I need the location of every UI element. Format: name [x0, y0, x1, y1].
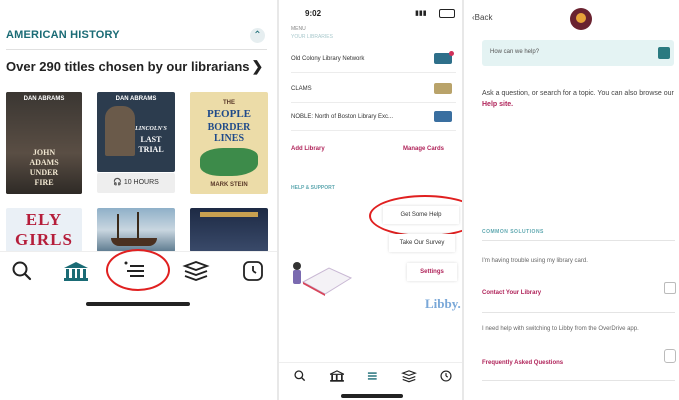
solution-text: I'm having trouble using my library card…: [482, 258, 588, 264]
home-indicator: [86, 302, 190, 306]
library-card-icon: [434, 83, 452, 94]
search-icon[interactable]: [293, 369, 307, 383]
book-title-line: ADAMS: [29, 158, 59, 167]
book-author: MARK STEIN: [210, 182, 248, 188]
library-icon[interactable]: [329, 369, 345, 383]
book-title-line: ELY: [25, 210, 63, 229]
library-row[interactable]: Old Colony Library Network: [291, 46, 456, 73]
divider: [6, 49, 267, 50]
book-cover-people-border-lines[interactable]: THE PEOPLE BORDER LINES MARK STEIN: [190, 92, 268, 194]
faq-link[interactable]: Frequently Asked Questions: [482, 360, 563, 366]
book-title-line: LINCOLN'S: [135, 126, 167, 132]
menu-icon[interactable]: [365, 369, 379, 383]
book-cover-dark[interactable]: [190, 208, 268, 252]
timeline-icon[interactable]: [241, 259, 265, 283]
help-section-label: HELP & SUPPORT: [291, 185, 335, 191]
reading-illustration: [293, 262, 353, 296]
highlight-circle-menu: [106, 249, 170, 291]
search-icon[interactable]: [658, 47, 670, 59]
chat-icon: [664, 282, 676, 294]
book-title-line: FIRE: [34, 178, 54, 187]
collection-subtitle-link[interactable]: Over 290 titles chosen by our librarians…: [6, 58, 263, 75]
library-home-panel: AMERICAN HISTORY ⌃ Over 290 titles chose…: [0, 0, 277, 400]
book-author: DAN ABRAMS: [115, 96, 157, 102]
back-button[interactable]: ‹Back: [472, 13, 492, 22]
collection-subtitle: Over 290 titles chosen by our librarians: [6, 59, 250, 74]
timeline-icon[interactable]: [439, 369, 453, 383]
partial-menu-label: MENU: [291, 26, 306, 32]
library-row[interactable]: NOBLE: North of Boston Library Exc...: [291, 104, 456, 131]
section-title: AMERICAN HISTORY: [6, 29, 120, 41]
book-title-line: BORDER: [207, 122, 251, 133]
divider: [482, 240, 675, 241]
book-cover-ely-girls[interactable]: ELY GIRLS: [6, 208, 82, 252]
headphones-icon: 🎧: [113, 179, 122, 186]
book-title-line: THE: [223, 100, 235, 106]
book-title-line: TRIAL: [138, 145, 164, 154]
battery-icon: [439, 9, 455, 18]
search-icon[interactable]: [10, 259, 34, 283]
chevron-up-icon[interactable]: ⌃: [250, 28, 265, 43]
add-library-link[interactable]: Add Library: [291, 146, 325, 152]
library-name: CLAMS: [291, 86, 312, 92]
book-title-line: GIRLS: [15, 230, 73, 249]
library-row[interactable]: CLAMS: [291, 76, 456, 103]
document-icon: [664, 349, 676, 363]
book-cover-john-adams[interactable]: DAN ABRAMS JOHN ADAMS UNDER FIRE: [6, 92, 82, 194]
book-title-line: JOHN: [32, 148, 56, 157]
help-intro-text: Ask a question, or search for a topic. Y…: [482, 88, 674, 110]
menu-panel: 9:02 ▮▮▮ MENU YOUR LIBRARIES Old Colony …: [279, 0, 462, 400]
notification-dot: [449, 51, 454, 56]
library-card-icon: [434, 111, 452, 122]
libby-logo: Libby.: [425, 296, 461, 311]
help-search-field[interactable]: How can we help?: [482, 40, 674, 66]
book-title-line: LINES: [213, 133, 244, 144]
divider: [482, 312, 675, 313]
audiobook-duration-badge: 🎧 10 HOURS: [97, 173, 175, 193]
book-title-line: PEOPLE: [206, 108, 251, 120]
library-icon[interactable]: [62, 259, 90, 283]
signal-icon: ▮▮▮: [415, 10, 427, 17]
take-survey-button[interactable]: Take Our Survey: [389, 234, 455, 252]
book-title-line: LAST: [140, 135, 162, 144]
book-cover-ships[interactable]: [97, 208, 175, 252]
settings-button[interactable]: Settings: [407, 263, 457, 281]
chevron-right-icon: ❯: [251, 58, 264, 74]
shelf-icon[interactable]: [182, 259, 210, 283]
help-panel: ‹Back How can we help? Ask a question, o…: [464, 0, 679, 400]
common-solutions-heading: COMMON SOLUTIONS: [482, 229, 544, 235]
shelf-icon[interactable]: [401, 369, 417, 383]
highlight-circle-get-help: [369, 195, 462, 237]
duration-label: 10 HOURS: [123, 179, 159, 186]
search-placeholder: How can we help?: [490, 49, 540, 55]
help-site-link[interactable]: Help site.: [482, 101, 513, 108]
divider: [482, 380, 675, 381]
intro-text: Ask a question, or search for a topic. Y…: [482, 90, 674, 97]
manage-cards-link[interactable]: Manage Cards: [403, 146, 444, 152]
back-label: Back: [474, 13, 493, 22]
home-indicator: [341, 394, 403, 398]
library-name: Old Colony Library Network: [291, 56, 365, 62]
solution-text: I need help with switching to Libby from…: [482, 326, 639, 332]
book-title-line: UNDER: [29, 168, 59, 177]
avatar: [570, 8, 592, 30]
partial-section-label: YOUR LIBRARIES: [291, 34, 333, 40]
status-time: 9:02: [305, 9, 322, 18]
book-cover-lincolns-last-trial[interactable]: DAN ABRAMS LINCOLN'S LAST TRIAL: [97, 92, 175, 172]
contact-library-link[interactable]: Contact Your Library: [482, 290, 541, 296]
book-author: DAN ABRAMS: [23, 96, 65, 102]
library-name: NOBLE: North of Boston Library Exc...: [291, 114, 394, 120]
